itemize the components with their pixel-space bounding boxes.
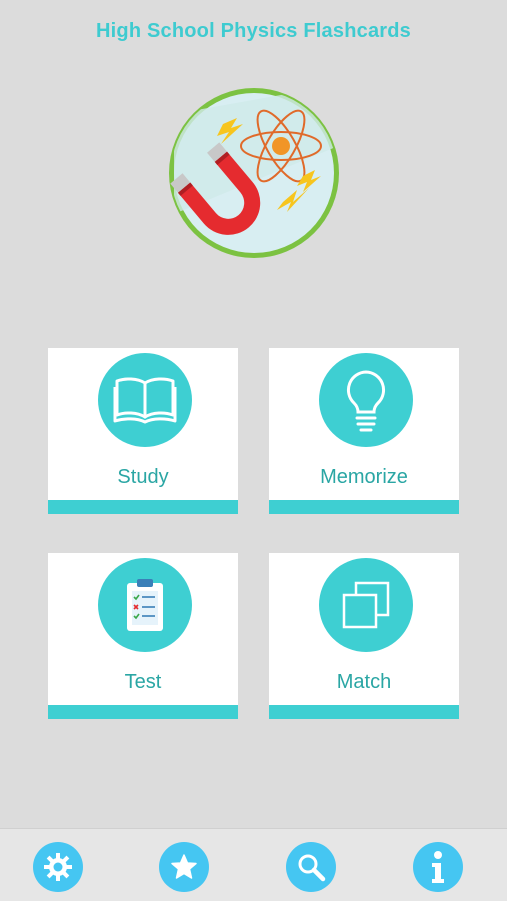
memorize-accent-bar (269, 500, 459, 514)
memorize-card[interactable]: Memorize (269, 348, 459, 514)
study-accent-bar (48, 500, 238, 514)
bottom-tab-bar (0, 828, 507, 901)
study-icon-circle (98, 353, 192, 447)
favorites-button[interactable] (159, 842, 209, 892)
study-card[interactable]: Study (48, 348, 238, 514)
physics-logo-icon (169, 88, 339, 258)
match-icon-circle (319, 558, 413, 652)
info-icon (432, 851, 444, 883)
lightbulb-icon (346, 370, 386, 432)
search-icon (298, 854, 326, 882)
match-label: Match (336, 671, 392, 693)
match-card[interactable]: Match (269, 553, 459, 719)
clipboard-icon (127, 579, 163, 631)
search-button[interactable] (286, 842, 336, 892)
test-accent-bar (48, 705, 238, 719)
app-title: High School Physics Flashcards (96, 20, 411, 42)
memorize-label: Memorize (320, 466, 408, 488)
gear-icon (44, 853, 72, 881)
test-label: Test (124, 671, 162, 693)
star-icon (171, 854, 197, 879)
settings-button[interactable] (33, 842, 83, 892)
squares-icon (342, 581, 390, 629)
test-card[interactable]: Test (48, 553, 238, 719)
book-icon (113, 377, 177, 424)
study-label: Study (117, 466, 169, 488)
info-button[interactable] (413, 842, 463, 892)
match-accent-bar (269, 705, 459, 719)
memorize-icon-circle (319, 353, 413, 447)
test-icon-circle (98, 558, 192, 652)
